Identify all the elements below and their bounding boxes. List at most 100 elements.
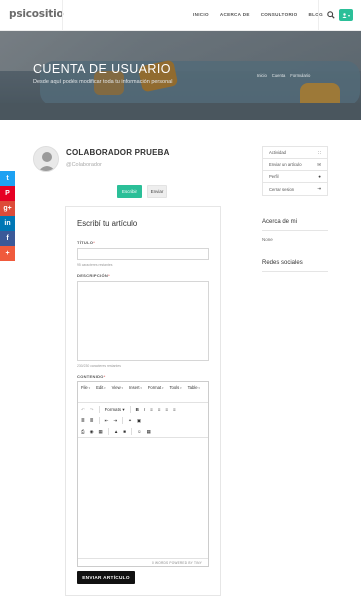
required-mark: * [93,240,96,245]
title-hint: 95 caracteres restantes [77,263,113,267]
formats-dropdown[interactable]: Formats ▾ [105,407,125,413]
user-icon: ● [318,174,321,179]
title-label: TÍTULO* [77,240,95,245]
nav-item-acerca[interactable]: ACERCA DE [220,12,250,17]
preview-icon[interactable]: ◉ [90,429,94,435]
numbered-list-icon[interactable]: ≣ [90,418,94,424]
menu-item-enviar-articulo[interactable]: Enviar un artículo ✉ [263,159,327,171]
header-divider-right [318,0,319,31]
required-mark: * [103,374,106,379]
write-button[interactable]: Escribir [117,185,142,198]
table-icon[interactable]: ▦ [147,429,151,435]
envelope-icon: ✉ [317,161,321,167]
required-mark: * [108,273,110,278]
outdent-icon[interactable]: ⇤ [105,418,109,424]
redo-icon[interactable]: ↷ [90,407,94,413]
site-header: psicositio INICIO ACERCA DE CONSULTORIO … [0,0,361,31]
about-divider [262,230,328,231]
description-label: DESCRIPCIÓN* [77,273,110,278]
editor-statusbar: 0 WORDS POWERED BY TINY [78,558,208,566]
menu-item-perfil[interactable]: Perfil ● [263,171,327,183]
link-icon[interactable]: ⚭ [128,418,132,424]
editor-toolbar-row-1: ↶ ↷ Formats ▾ B I ≡ ≡ ≡ ≡ [78,404,208,415]
print-icon[interactable]: ⎙ [81,429,85,434]
chevron-down-icon: ▾ [347,12,350,18]
page-title: CUENTA DE USUARIO [33,62,171,76]
editor-toolbar-row-3: ⎙ ◉ ▦ ▲ ■ ☺ ▦ [78,426,208,437]
header-divider [62,0,63,31]
breadcrumb-item[interactable]: Inicio [257,73,267,78]
undo-icon[interactable]: ↶ [81,407,85,413]
bold-icon[interactable]: B [136,407,139,412]
italic-icon[interactable]: I [144,407,145,412]
backcolor-icon[interactable]: ■ [123,429,126,434]
image-icon[interactable]: ▣ [137,418,141,424]
breadcrumb-item: Formulario [290,73,311,78]
default-avatar-icon [34,147,58,171]
toolbar-separator [129,406,131,413]
editor-menu-view[interactable]: View [112,385,123,399]
content-label: CONTENIDO* [77,374,106,379]
user-menu-button[interactable]: ▾ [339,9,353,21]
media-icon[interactable]: ▦ [99,429,103,435]
avatar [33,146,59,172]
pinterest-icon[interactable]: P [0,186,15,201]
formats-label: Formats [104,406,122,412]
google-plus-icon[interactable]: g+ [0,201,15,216]
main-nav: INICIO ACERCA DE CONSULTORIO BLOG [193,12,323,17]
toolbar-separator [122,417,124,424]
align-right-icon[interactable]: ≡ [165,407,168,412]
indent-icon[interactable]: ⇥ [113,418,117,424]
menu-item-label: Actividad [269,150,286,155]
content-label-text: CONTENIDO [77,374,104,379]
logout-icon: ⇥ [317,186,321,191]
editor-menu-tools[interactable]: Tools [169,385,181,399]
editor-menu-edit[interactable]: Edit [96,385,106,399]
align-left-icon[interactable]: ≡ [150,407,153,412]
site-logo[interactable]: psicositio [9,8,64,20]
form-title: Escribí tu artículo [77,219,138,228]
social-networks-divider [262,271,328,272]
rich-text-editor: File Edit View Insert Format Tools Table… [77,381,209,567]
menu-item-label: Enviar un artículo [269,162,302,167]
menu-item-cerrar-sesion[interactable]: Cerrar sesion ⇥ [263,183,327,195]
menu-item-label: Cerrar sesion [269,186,295,192]
account-menu: Actividad ∷ Enviar un artículo ✉ Perfil … [262,146,328,196]
send-button[interactable]: Enviar [147,185,167,198]
editor-content-area[interactable] [78,437,208,557]
more-share-icon[interactable]: + [0,246,15,261]
nav-item-blog[interactable]: BLOG [309,12,323,17]
editor-toolbar-row-2: ≣ ≣ ⇤ ⇥ ⚭ ▣ [78,415,208,426]
description-hint: 230/230 caracteres restantes [77,364,121,368]
align-justify-icon[interactable]: ≡ [173,407,176,412]
menu-item-actividad[interactable]: Actividad ∷ [263,147,327,159]
breadcrumb: Inicio Cuenta Formulario [257,73,310,78]
description-textarea[interactable] [77,281,209,361]
rss-icon: ∷ [318,149,321,155]
editor-menu-file[interactable]: File [81,385,90,399]
submit-article-button[interactable]: ENVIAR ARTÍCULO [77,571,135,584]
profile-name: COLABORADOR PRUEBA [66,148,170,157]
emoticons-icon[interactable]: ☺ [137,429,142,434]
toolbar-separator [131,428,132,435]
about-value: None [262,237,273,242]
toolbar-separator [98,417,100,424]
bullet-list-icon[interactable]: ≣ [81,418,85,424]
align-center-icon[interactable]: ≡ [158,407,161,412]
title-input[interactable] [77,248,209,260]
twitter-icon[interactable]: t [0,171,15,186]
nav-item-consultorio[interactable]: CONSULTORIO [261,12,298,17]
forecolor-icon[interactable]: ▲ [114,429,118,434]
profile-role: @Colaborador [66,162,102,168]
search-icon[interactable] [327,11,335,19]
editor-menu-insert[interactable]: Insert [129,385,142,399]
title-label-text: TÍTULO [77,240,94,245]
editor-menu-table[interactable]: Table [188,385,200,399]
nav-item-inicio[interactable]: INICIO [193,12,209,17]
breadcrumb-item[interactable]: Cuenta [272,73,286,78]
linkedin-icon[interactable]: in [0,216,15,231]
editor-menu-format[interactable]: Format [148,385,164,399]
facebook-icon[interactable]: f [0,231,15,246]
page-subtitle: Desde aquí podés modificar toda tu infor… [33,79,173,85]
about-title: Acerca de mi [262,219,298,225]
